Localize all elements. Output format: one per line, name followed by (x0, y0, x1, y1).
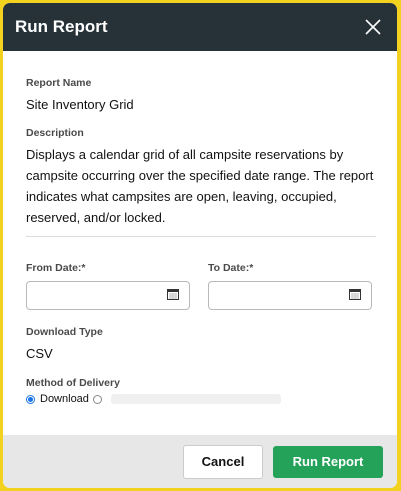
description-section: Description Displays a calendar grid of … (26, 127, 378, 228)
description-text: Displays a calendar grid of all campsite… (26, 147, 374, 225)
download-type-label: Download Type (26, 326, 103, 338)
from-date-input[interactable] (26, 281, 190, 310)
download-type-section: Download Type CSV (26, 326, 103, 364)
delivery-method-label: Method of Delivery (26, 377, 120, 389)
download-type-value: CSV (26, 346, 53, 361)
run-report-button[interactable]: Run Report (273, 445, 383, 478)
description-label: Description (26, 127, 84, 139)
alternate-delivery-label (110, 394, 281, 404)
report-name-value: Site Inventory Grid (26, 97, 134, 112)
alternate-delivery-radio[interactable] (92, 394, 102, 404)
close-icon[interactable] (361, 15, 385, 39)
to-date-field: To Date:* (208, 262, 372, 310)
dialog-header: Run Report (3, 3, 397, 51)
download-radio[interactable] (26, 394, 35, 404)
download-radio-label: Download (40, 393, 89, 405)
delivery-method-options: Download (26, 393, 281, 405)
cancel-button[interactable]: Cancel (183, 444, 263, 479)
delivery-method-section: Method of Delivery Download (26, 377, 281, 405)
from-date-label: From Date:* (26, 262, 86, 274)
report-name-section: Report Name Site Inventory Grid (26, 77, 134, 115)
to-date-label: To Date:* (208, 262, 254, 274)
dialog-footer: Cancel Run Report (3, 435, 397, 488)
run-report-dialog: Run Report Report Name Site Inventory Gr… (3, 3, 397, 488)
calendar-icon[interactable] (167, 287, 179, 305)
calendar-icon[interactable] (349, 287, 361, 305)
divider (26, 236, 376, 237)
to-date-input[interactable] (208, 281, 372, 310)
dialog-title: Run Report (15, 17, 108, 36)
from-date-field: From Date:* (26, 262, 190, 310)
report-name-label: Report Name (26, 77, 92, 89)
